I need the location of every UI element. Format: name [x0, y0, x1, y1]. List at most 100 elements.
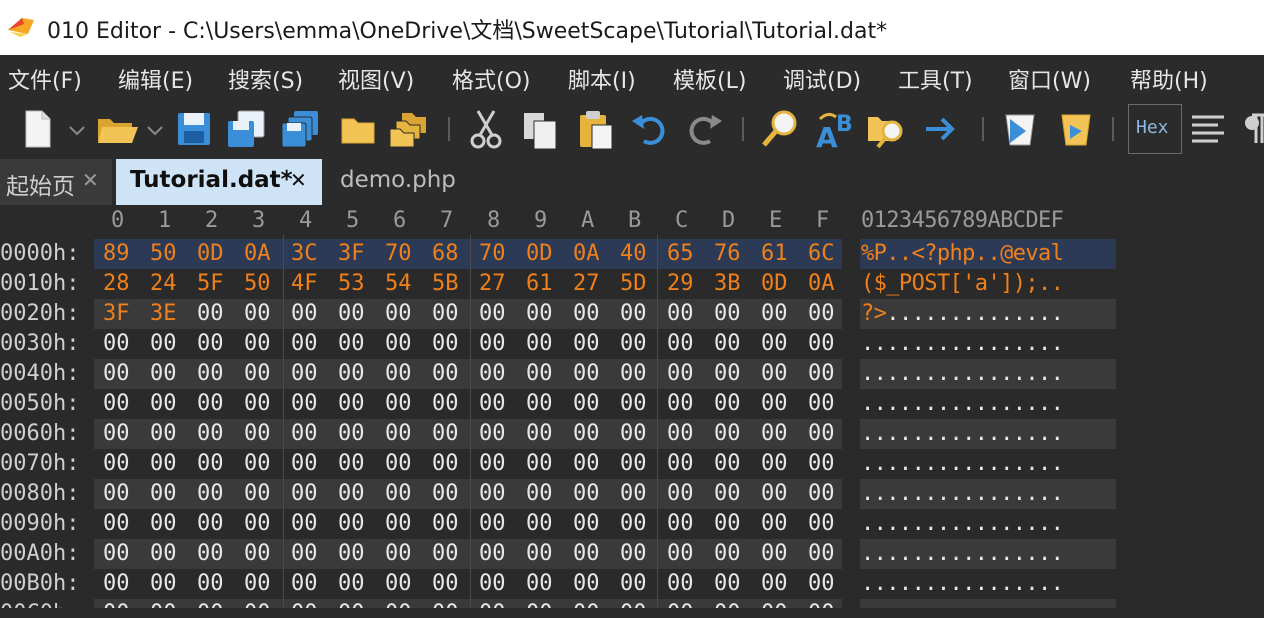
hex-byte[interactable]: 00: [714, 541, 741, 566]
hex-byte[interactable]: 0A: [573, 241, 600, 266]
hex-byte[interactable]: 00: [761, 421, 788, 446]
copy-icon[interactable]: [520, 107, 560, 151]
hex-byte[interactable]: 00: [385, 361, 412, 386]
hex-byte[interactable]: 00: [808, 331, 835, 356]
hex-byte[interactable]: 00: [667, 451, 694, 476]
hex-byte[interactable]: 00: [620, 451, 647, 476]
hex-byte[interactable]: 00: [808, 511, 835, 536]
hex-byte[interactable]: 00: [714, 481, 741, 506]
hex-byte[interactable]: 4F: [291, 271, 318, 296]
hex-byte[interactable]: 00: [291, 301, 318, 326]
paste-icon[interactable]: [576, 107, 616, 151]
hex-byte[interactable]: 00: [150, 391, 177, 416]
hex-byte[interactable]: 00: [103, 571, 130, 596]
hex-byte[interactable]: 00: [479, 391, 506, 416]
hex-byte[interactable]: 00: [479, 331, 506, 356]
open-folder-icon[interactable]: [94, 107, 140, 151]
hex-byte[interactable]: 00: [479, 571, 506, 596]
hex-byte[interactable]: 00: [573, 571, 600, 596]
hex-byte[interactable]: 00: [432, 571, 459, 596]
hex-byte[interactable]: 0A: [808, 271, 835, 296]
hex-byte[interactable]: 00: [432, 511, 459, 536]
menu-item[interactable]: 格式(O): [452, 63, 530, 95]
hex-row[interactable]: 0020h: 3F 3E 00 00 00 00 00 00 00 00 00 00 00 00 00 00 ?>…: [0, 299, 1264, 329]
hex-byte[interactable]: 68: [432, 241, 459, 266]
run-template-icon[interactable]: [1056, 107, 1096, 151]
hex-byte[interactable]: 61: [761, 241, 788, 266]
hex-row[interactable]: 0050h: 00 00 00 00 00 00 00 00 00 00 00 00 00 00 00 00..…: [0, 389, 1264, 419]
menu-item[interactable]: 调试(D): [783, 63, 861, 95]
hex-byte[interactable]: 6C: [808, 241, 835, 266]
hex-byte[interactable]: 00: [667, 571, 694, 596]
hex-byte[interactable]: 00: [479, 451, 506, 476]
hex-byte[interactable]: 00: [150, 451, 177, 476]
ascii-text[interactable]: ................: [861, 571, 1064, 596]
hex-byte[interactable]: 00: [150, 331, 177, 356]
ascii-text[interactable]: ................: [861, 481, 1064, 506]
hex-row[interactable]: 0010h: 28 24 5F 50 4F 53 54 5B 27 61 27 5D 29 3B 0D 0A ($…: [0, 269, 1264, 299]
hex-byte[interactable]: 00: [385, 421, 412, 446]
tab-demo-php[interactable]: demo.php: [326, 159, 476, 205]
hex-byte[interactable]: 00: [244, 391, 271, 416]
redo-icon[interactable]: [684, 107, 724, 151]
hex-byte[interactable]: 00: [432, 421, 459, 446]
hex-byte[interactable]: 00: [526, 541, 553, 566]
hex-byte[interactable]: 00: [432, 451, 459, 476]
goto-icon[interactable]: [920, 107, 960, 151]
hex-byte[interactable]: 00: [761, 511, 788, 536]
hex-byte[interactable]: 00: [714, 361, 741, 386]
hex-byte[interactable]: 00: [573, 391, 600, 416]
hex-byte[interactable]: 00: [291, 511, 318, 536]
hex-byte[interactable]: 00: [338, 541, 365, 566]
hex-byte[interactable]: 00: [479, 361, 506, 386]
text-align-icon[interactable]: [1188, 107, 1228, 151]
hex-row[interactable]: 0060h: 00 00 00 00 00 00 00 00 00 00 00 00 00 00 00 00..…: [0, 419, 1264, 449]
hex-row[interactable]: 0000h: 89 50 0D 0A 3C 3F 70 68 70 0D 0A 40 65 76 61 6C %P…: [0, 239, 1264, 269]
hex-byte[interactable]: 00: [667, 421, 694, 446]
menu-item[interactable]: 脚本(I): [568, 63, 636, 95]
hex-byte[interactable]: 00: [291, 541, 318, 566]
hex-byte[interactable]: 54: [385, 271, 412, 296]
hex-byte[interactable]: 00: [244, 421, 271, 446]
save-all-icon[interactable]: [280, 107, 320, 151]
hex-byte[interactable]: 00: [150, 541, 177, 566]
hex-byte[interactable]: 00: [385, 331, 412, 356]
hex-byte[interactable]: 00: [197, 511, 224, 536]
hex-byte[interactable]: 00: [103, 451, 130, 476]
hex-byte[interactable]: 0D: [526, 241, 553, 266]
hex-byte[interactable]: 00: [150, 421, 177, 446]
hex-byte[interactable]: 00: [526, 331, 553, 356]
hex-byte[interactable]: 00: [761, 481, 788, 506]
hex-byte[interactable]: 00: [620, 481, 647, 506]
hex-byte[interactable]: 00: [197, 421, 224, 446]
hex-byte[interactable]: 00: [338, 511, 365, 536]
hex-byte[interactable]: 00: [808, 571, 835, 596]
ascii-text[interactable]: ................: [861, 541, 1064, 566]
hex-byte[interactable]: 00: [526, 301, 553, 326]
hex-byte[interactable]: 00: [667, 391, 694, 416]
paragraph-icon[interactable]: [1242, 107, 1264, 151]
hex-byte[interactable]: 00: [620, 421, 647, 446]
hex-byte[interactable]: 00: [103, 481, 130, 506]
hex-byte[interactable]: 00: [526, 361, 553, 386]
hex-byte[interactable]: 00: [197, 331, 224, 356]
hex-byte[interactable]: 00: [385, 541, 412, 566]
hex-byte[interactable]: 00: [479, 421, 506, 446]
hex-byte[interactable]: 00: [291, 481, 318, 506]
save-icon[interactable]: [174, 107, 214, 151]
hex-byte[interactable]: 00: [197, 541, 224, 566]
menu-item[interactable]: 文件(F): [8, 63, 82, 95]
hex-byte[interactable]: 00: [808, 481, 835, 506]
hex-byte[interactable]: 00: [150, 571, 177, 596]
hex-byte[interactable]: 00: [103, 361, 130, 386]
hex-byte[interactable]: 00: [808, 391, 835, 416]
hex-byte[interactable]: 00: [573, 511, 600, 536]
hex-byte[interactable]: 00: [667, 361, 694, 386]
hex-byte[interactable]: 00: [432, 331, 459, 356]
menu-item[interactable]: 搜索(S): [228, 63, 303, 95]
hex-byte[interactable]: 00: [714, 331, 741, 356]
hex-byte[interactable]: 00: [620, 511, 647, 536]
hex-byte[interactable]: 00: [103, 421, 130, 446]
hex-byte[interactable]: 00: [620, 391, 647, 416]
hex-byte[interactable]: 00: [385, 301, 412, 326]
